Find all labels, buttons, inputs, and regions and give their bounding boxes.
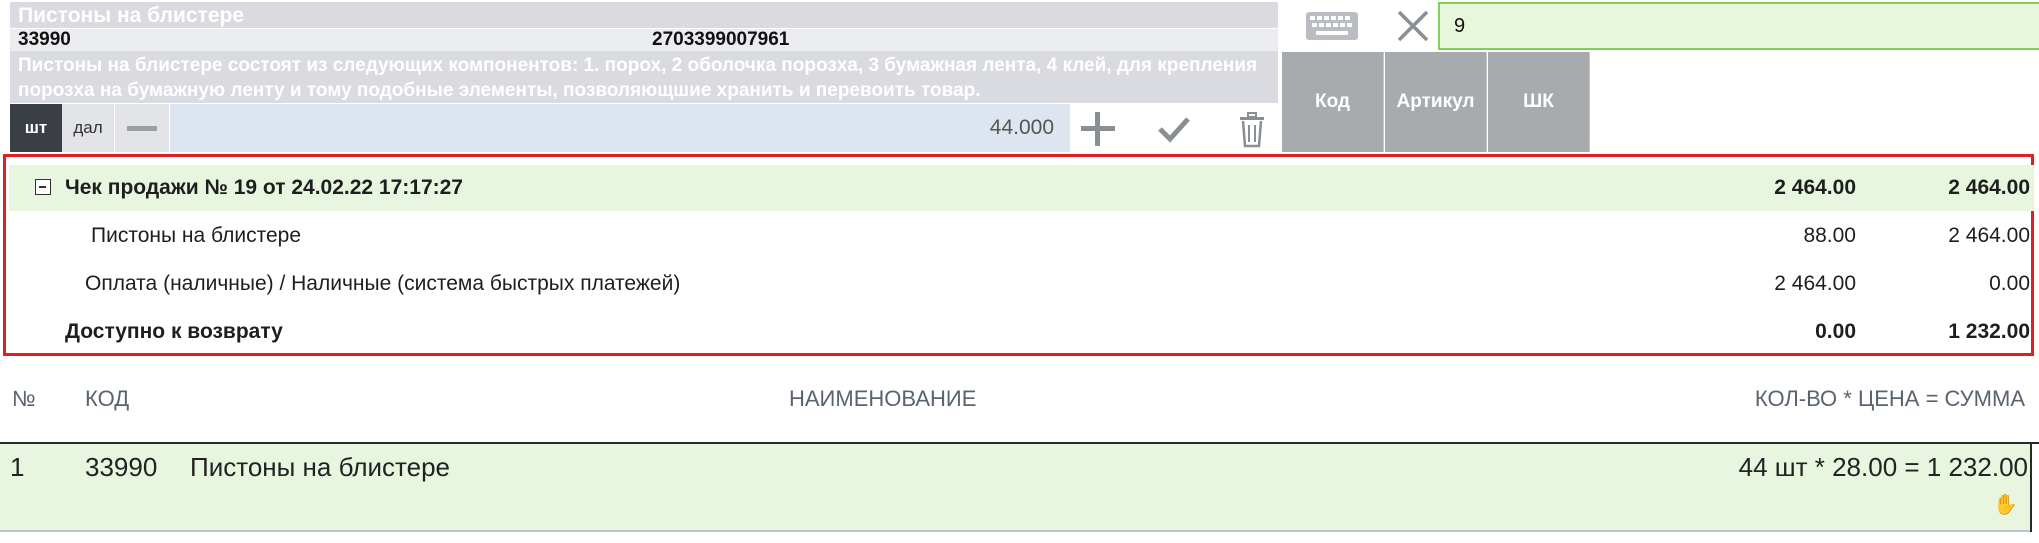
keyboard-button[interactable] <box>1282 0 1404 52</box>
receipt-available-label: Доступно к возврату <box>65 320 283 343</box>
receipt-header-value1: 2 464.00 <box>1774 176 1856 199</box>
product-code: 33990 <box>18 29 71 50</box>
search-input[interactable] <box>1438 2 2039 50</box>
product-description-box: Пистоны на блистере состоят из следующих… <box>10 51 1278 103</box>
unit-dal-button[interactable]: дал <box>62 104 114 152</box>
table-right-border <box>2030 444 2032 532</box>
column-header-code: КОД <box>85 386 130 411</box>
increase-quantity-button[interactable] <box>1072 104 1126 152</box>
product-barcode: 2703399007961 <box>652 29 790 50</box>
column-header-num: № <box>12 386 36 411</box>
close-icon <box>1397 10 1429 42</box>
receipt-payment-value1: 2 464.00 <box>1774 272 1856 295</box>
receipt-panel: Чек продажи № 19 от 24.02.22 17:17:27 2 … <box>3 154 2034 356</box>
receipt-available-value1: 0.00 <box>1815 320 1856 343</box>
receipt-item-label: Пистоны на блистере <box>91 224 302 247</box>
trash-icon <box>1240 112 1264 148</box>
column-header-qty: КОЛ-ВО * ЦЕНА = СУММА <box>1754 386 2025 411</box>
filter-tab-barcode[interactable]: ШК <box>1488 52 1590 152</box>
collapse-icon[interactable] <box>35 179 51 195</box>
quantity-input[interactable] <box>170 104 1070 152</box>
receipt-available-value2: 1 232.00 <box>1948 320 2030 343</box>
product-title-bar: Пистоны на блистере <box>10 2 1278 28</box>
delete-button[interactable] <box>1224 104 1280 152</box>
product-description: Пистоны на блистере состоят из следующих… <box>18 55 1258 101</box>
hand-icon[interactable]: ✋ <box>1993 492 2018 517</box>
receipt-item-value1: 88.00 <box>1803 224 1856 247</box>
receipt-item-value2: 2 464.00 <box>1948 224 2030 247</box>
row-total: 44 шт * 28.00 = 1 232.00 <box>1738 452 2028 482</box>
filter-tab-article[interactable]: Артикул <box>1385 52 1487 152</box>
receipt-header-value2: 2 464.00 <box>1948 176 2030 199</box>
receipt-item-row[interactable]: Пистоны на блистере 88.00 2 464.00 <box>9 213 2034 259</box>
receipt-payment-value2: 0.00 <box>1989 272 2030 295</box>
unit-pcs-button[interactable]: шт <box>10 104 62 152</box>
receipt-title: Чек продажи № 19 от 24.02.22 17:17:27 <box>65 176 463 199</box>
receipt-payment-label: Оплата (наличные) / Наличные (система бы… <box>85 272 681 295</box>
row-num: 1 <box>10 452 25 482</box>
clear-search-button[interactable] <box>1392 0 1434 52</box>
receipt-header-row[interactable]: Чек продажи № 19 от 24.02.22 17:17:27 2 … <box>9 165 2034 211</box>
row-code: 33990 <box>85 452 158 482</box>
keyboard-icon <box>1306 12 1358 40</box>
decrease-quantity-button[interactable] <box>115 104 169 152</box>
confirm-button[interactable] <box>1128 104 1222 152</box>
product-code-row: 33990 2703399007961 <box>10 29 1278 51</box>
receipt-payment-row[interactable]: Оплата (наличные) / Наличные (система бы… <box>9 261 2034 307</box>
filter-tab-code[interactable]: Код <box>1282 52 1384 152</box>
table-row-divider <box>0 530 2030 532</box>
minus-icon <box>127 126 157 131</box>
receipt-available-row[interactable]: Доступно к возврату 0.00 1 232.00 <box>9 309 2034 355</box>
product-title: Пистоны на блистере <box>18 4 245 27</box>
table-row[interactable]: 1 33990 Пистоны на блистере 44 шт * 28.0… <box>0 444 2030 530</box>
check-icon <box>1158 117 1190 143</box>
column-header-name: НАИМЕНОВАНИЕ <box>789 386 977 411</box>
row-name: Пистоны на блистере <box>190 452 451 482</box>
